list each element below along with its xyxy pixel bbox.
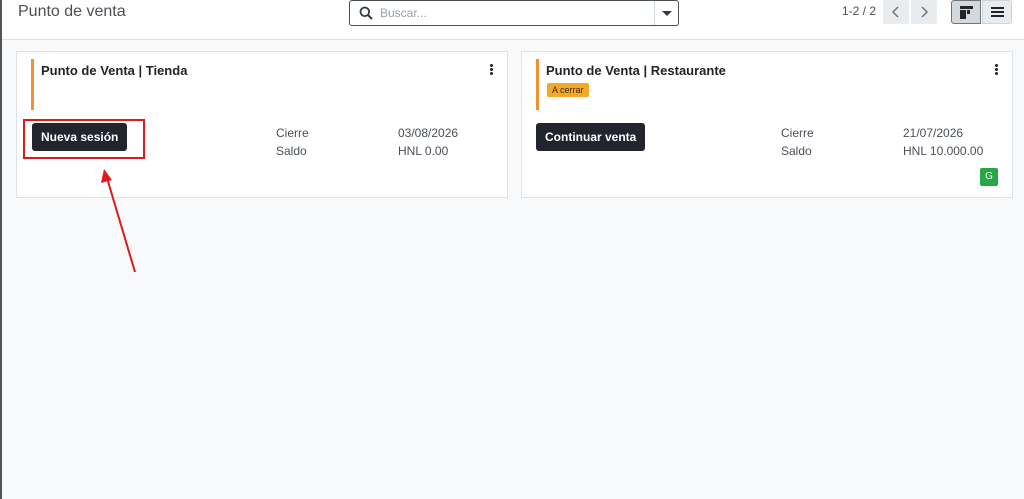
balance-value: HNL 10.000.00 <box>903 144 984 158</box>
closing-label: Cierre <box>276 126 309 140</box>
balance-label: Saldo <box>276 144 307 158</box>
pager-next-button[interactable] <box>911 0 937 24</box>
kanban-view-button[interactable] <box>951 0 981 24</box>
card-title[interactable]: Punto de Venta | Restaurante <box>546 63 726 78</box>
pos-card-restaurante: Punto de Venta | Restaurante A cerrar Co… <box>521 51 1013 198</box>
card-accent-bar <box>31 59 34 110</box>
list-view-icon <box>991 7 1004 17</box>
annotation-arrow <box>101 169 136 273</box>
control-panel: Punto de venta 1-2 / 2 <box>2 0 1024 40</box>
pager-previous-button[interactable] <box>883 0 909 24</box>
kebab-menu-icon[interactable] <box>995 64 999 76</box>
annotation-highlight-box <box>23 119 145 159</box>
balance-label: Saldo <box>781 144 812 158</box>
breadcrumb[interactable]: Punto de venta <box>18 3 126 21</box>
kebab-menu-icon[interactable] <box>490 64 494 76</box>
list-view-button[interactable] <box>982 0 1012 24</box>
card-title[interactable]: Punto de Venta | Tienda <box>41 63 187 78</box>
caret-down-icon <box>662 11 672 16</box>
status-badge: A cerrar <box>547 83 589 97</box>
chevron-left-icon <box>891 6 899 18</box>
closing-label: Cierre <box>781 126 814 140</box>
search-input[interactable] <box>380 4 640 22</box>
pager-value[interactable]: 1-2 / 2 <box>842 4 876 18</box>
search-bar[interactable] <box>349 0 679 26</box>
kanban-view-icon <box>960 6 973 19</box>
search-icon <box>359 6 373 20</box>
balance-value: HNL 0.00 <box>398 144 449 158</box>
search-options-toggle[interactable] <box>654 1 678 25</box>
closing-value: 21/07/2026 <box>903 126 964 140</box>
avatar[interactable]: G <box>980 168 998 186</box>
continue-sale-button[interactable]: Continuar venta <box>536 123 646 151</box>
closing-value: 03/08/2026 <box>398 126 459 140</box>
chevron-right-icon <box>921 6 929 18</box>
card-accent-bar <box>536 59 539 110</box>
